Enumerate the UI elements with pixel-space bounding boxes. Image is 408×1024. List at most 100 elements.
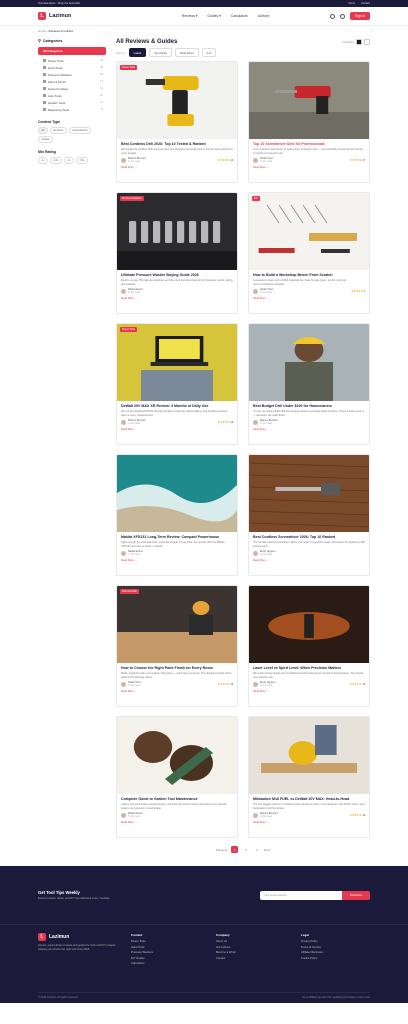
article-title[interactable]: Best Budget Drill Under $100 for Homeown…: [253, 404, 365, 408]
category-item[interactable]: Pressure Washers 18: [38, 71, 106, 78]
rating-filter-4[interactable]: 4.5+: [76, 157, 89, 164]
article-title[interactable]: Best Cordless Screwdriver 2026: Top 10 R…: [253, 535, 365, 539]
article-card[interactable]: Power Tools Best Cordless Drill 2026: To…: [116, 61, 238, 183]
pagination: Previous 1 2 3 Next: [116, 846, 370, 853]
site-logo[interactable]: L Lazimun: [38, 12, 71, 20]
rating-filter-2[interactable]: 3.5+: [49, 157, 63, 164]
article-card[interactable]: Best Cordless Screwdriver 2026: Top 10 R…: [248, 454, 370, 576]
sort-most-read[interactable]: Most Read: [175, 48, 199, 57]
article-card[interactable]: DIY How to Build a Workshop Bench From S…: [248, 192, 370, 314]
category-item[interactable]: Power Tools 40: [38, 57, 106, 64]
sort-a-z[interactable]: A-Z: [201, 48, 217, 57]
article-card[interactable]: Top 10 Screwdriver Sets for Professional…: [248, 61, 370, 183]
article-thumbnail[interactable]: Pressure Washers: [117, 193, 237, 270]
avatar: [253, 157, 258, 163]
article-thumbnail[interactable]: [249, 455, 369, 532]
read-more-link[interactable]: Read More →: [253, 297, 365, 300]
content-type-comparisons[interactable]: Comparisons: [68, 127, 91, 134]
article-card[interactable]: Milwaukee M18 FUEL vs DeWalt 20V MAX: He…: [248, 716, 370, 838]
read-more-link[interactable]: Read More →: [121, 821, 233, 824]
article-title[interactable]: Makita XFD131 Long-Term Review: Compact …: [121, 535, 233, 539]
article-card[interactable]: Makita XFD131 Long-Term Review: Compact …: [116, 454, 238, 576]
pagination-previous[interactable]: Previous: [216, 848, 227, 852]
article-thumbnail[interactable]: [249, 62, 369, 139]
article-title[interactable]: Best Cordless Drill 2026: Top 10 Tested …: [121, 142, 233, 146]
content-type-all[interactable]: All: [38, 127, 48, 134]
footer-link[interactable]: Calculators: [131, 961, 216, 966]
sign-in-button[interactable]: Sign In: [350, 11, 370, 21]
newsletter-email-input[interactable]: Your email address: [260, 890, 342, 900]
category-item[interactable]: Garden Tools 21: [38, 99, 106, 106]
read-more-link[interactable]: Read More →: [121, 297, 233, 300]
rating-filter-3[interactable]: 4+: [64, 157, 75, 164]
article-card[interactable]: Laser Level vs Spirit Level: When Precis…: [248, 585, 370, 707]
article-card[interactable]: Paint & Finish How to Choose the Right P…: [116, 585, 238, 707]
page-1[interactable]: 1: [231, 846, 239, 853]
read-more-link[interactable]: Read More →: [121, 166, 233, 169]
article-card[interactable]: Pressure Washers Ultimate Pressure Washe…: [116, 192, 238, 314]
sort-top-rated[interactable]: Top Rated: [149, 48, 173, 57]
affiliate-disclaimer[interactable]: As an affiliate we earn from qualifying …: [302, 996, 370, 999]
sort-latest[interactable]: Latest: [128, 48, 147, 57]
grid-view-icon[interactable]: [356, 39, 362, 45]
article-title[interactable]: Milwaukee M18 FUEL vs DeWalt 20V MAX: He…: [253, 797, 365, 801]
category-item[interactable]: Home Furniture 12: [38, 85, 106, 92]
footer-link[interactable]: Cookie Policy: [301, 956, 323, 961]
category-item[interactable]: All Categories: [38, 47, 106, 55]
rating-stars: ★★★★★: [217, 420, 230, 425]
subscribe-button[interactable]: Subscribe: [342, 890, 370, 900]
footer-link[interactable]: Contact: [216, 956, 301, 961]
category-item[interactable]: Measuring Tools 9: [38, 106, 106, 113]
footer-link[interactable]: Affiliate Disclosure: [301, 950, 323, 955]
article-excerpt: From precision electronics to heavy-duty…: [253, 148, 363, 155]
read-more-link[interactable]: Read More →: [121, 559, 233, 562]
category-item[interactable]: Auto Tools 15: [38, 92, 106, 99]
article-thumbnail[interactable]: DIY: [249, 193, 369, 270]
read-more-link[interactable]: Read More →: [253, 821, 365, 824]
article-thumbnail[interactable]: [117, 455, 237, 532]
pagination-next[interactable]: Next: [264, 848, 270, 852]
read-more-link[interactable]: Read More →: [253, 428, 365, 431]
nav-calculators[interactable]: Calculators: [231, 14, 248, 18]
article-thumbnail[interactable]: [249, 717, 369, 794]
read-more-link[interactable]: Read More →: [253, 690, 365, 693]
article-card[interactable]: Complete Guide to Garden Tool Maintenanc…: [116, 716, 238, 838]
nav-reviews[interactable]: Reviews ▾: [182, 14, 197, 18]
nav-authors[interactable]: Authors: [258, 14, 270, 18]
content-type-guides[interactable]: Guides: [38, 136, 54, 143]
page-2[interactable]: 2: [242, 846, 249, 853]
article-thumbnail[interactable]: [249, 586, 369, 663]
nav-guides[interactable]: Guides ▾: [207, 14, 220, 18]
list-view-icon[interactable]: [364, 39, 370, 45]
article-title[interactable]: Complete Guide to Garden Tool Maintenanc…: [121, 797, 233, 801]
content-type-reviews[interactable]: Reviews: [49, 127, 67, 134]
breadcrumb-home[interactable]: Home: [38, 29, 46, 33]
article-thumbnail[interactable]: Power Tools: [117, 62, 237, 139]
category-item[interactable]: Hand Tools 35: [38, 64, 106, 71]
page-3[interactable]: 3: [253, 846, 260, 853]
article-title[interactable]: Laser Level vs Spirit Level: When Precis…: [253, 666, 365, 670]
contact-link[interactable]: Contact: [361, 2, 370, 5]
category-item[interactable]: Paint & Finish 14: [38, 78, 106, 85]
read-more-link[interactable]: Read More →: [121, 428, 233, 431]
read-more-link[interactable]: Read More →: [253, 166, 365, 169]
article-thumbnail[interactable]: Power Tools: [117, 324, 237, 401]
read-more-link[interactable]: Read More →: [121, 690, 233, 693]
article-thumbnail[interactable]: [117, 717, 237, 794]
article-card[interactable]: Best Budget Drill Under $100 for Homeown…: [248, 323, 370, 445]
article-title[interactable]: Top 10 Screwdriver Sets for Professional…: [253, 142, 365, 146]
article-title[interactable]: DeWalt 20V MAX XR Review: 3 Months of Da…: [121, 404, 233, 408]
search-icon[interactable]: [330, 13, 336, 19]
rating-filter-1[interactable]: 4+: [38, 157, 48, 164]
article-title[interactable]: How to Choose the Right Paint Finish for…: [121, 666, 233, 670]
article-title[interactable]: Ultimate Pressure Washer Buying Guide 20…: [121, 273, 233, 277]
user-icon[interactable]: [340, 13, 346, 19]
star-rating: ★★★★★4.7: [349, 158, 365, 162]
about-link[interactable]: About: [348, 2, 355, 5]
article-thumbnail[interactable]: Paint & Finish: [117, 586, 237, 663]
article-title[interactable]: How to Build a Workshop Bench From Scrat…: [253, 273, 365, 277]
article-card[interactable]: Power Tools DeWalt 20V MAX XR Review: 3 …: [116, 323, 238, 445]
article-thumbnail[interactable]: [249, 324, 369, 401]
footer-logo[interactable]: L Lazimun: [38, 933, 123, 941]
read-more-link[interactable]: Read More →: [253, 559, 365, 562]
